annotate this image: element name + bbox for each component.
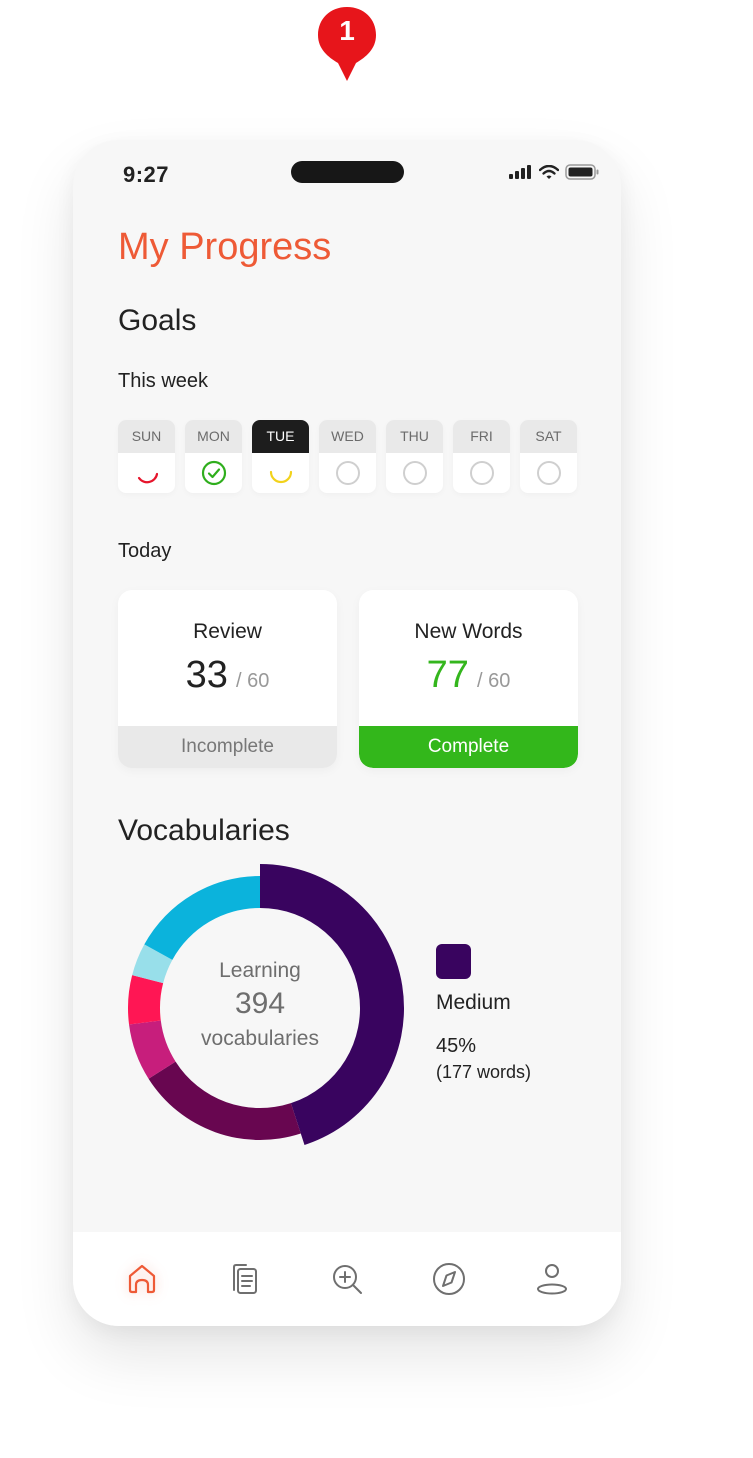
donut-center-count: 394 <box>234 987 286 1020</box>
card-target: / 60 <box>476 670 511 692</box>
partial-progress-icon <box>269 470 292 484</box>
day-wed[interactable]: WED <box>319 420 376 493</box>
wifi-icon <box>539 164 559 179</box>
legend-swatch <box>436 944 471 979</box>
today-heading: Today <box>118 540 172 562</box>
zoom-in-icon <box>332 1265 362 1294</box>
empty-circle-icon <box>402 461 427 485</box>
empty-circle-icon <box>469 461 494 485</box>
tab-home[interactable] <box>117 1254 167 1304</box>
bottom-tab-bar <box>73 1232 621 1326</box>
card-value: 33 / 60 <box>118 654 337 697</box>
card-count: 77 <box>426 654 469 696</box>
day-tue[interactable]: TUE <box>252 420 309 493</box>
tab-search[interactable] <box>322 1254 372 1304</box>
day-label: FRI <box>453 420 510 453</box>
vocabularies-heading: Vocabularies <box>118 814 290 847</box>
day-label: MON <box>185 420 242 453</box>
legend-words: (177 words) <box>436 1062 532 1082</box>
new-words-card[interactable]: New Words 77 / 60 Complete <box>359 590 578 768</box>
day-label: SUN <box>118 420 175 453</box>
legend-percent: 45% <box>436 1035 477 1057</box>
partial-progress-icon <box>137 472 158 484</box>
signal-icon <box>509 165 531 179</box>
day-sun[interactable]: SUN <box>118 420 175 493</box>
empty-circle-icon <box>335 461 360 485</box>
donut-center-line1: Learning <box>219 959 301 982</box>
status-icons <box>509 164 599 180</box>
chart-legend: Medium 45% (177 words) <box>436 944 531 1083</box>
card-count: 33 <box>185 654 228 696</box>
card-title: Review <box>193 620 262 643</box>
compass-icon <box>433 1263 466 1295</box>
user-icon <box>536 1264 567 1295</box>
status-badge: Incomplete <box>118 726 337 768</box>
dynamic-island <box>291 161 404 183</box>
goals-heading: Goals <box>118 304 197 337</box>
status-badge: Complete <box>359 726 578 768</box>
legend-name: Medium <box>436 991 511 1014</box>
today-cards: Review 33 / 60 Incomplete New Words 77 / 6… <box>118 590 578 768</box>
card-value: 77 / 60 <box>359 654 578 697</box>
card-target: / 60 <box>235 670 270 692</box>
card-title: New Words <box>414 620 523 643</box>
page-title: My Progress <box>118 226 332 268</box>
day-label: WED <box>319 420 376 453</box>
tab-cards[interactable] <box>220 1254 270 1304</box>
step-marker-label: 1 <box>339 15 355 46</box>
phone-screen: 9:27 My Progress Goals This week SUN MON <box>73 140 621 1326</box>
empty-circle-icon <box>536 461 561 485</box>
day-fri[interactable]: FRI <box>453 420 510 493</box>
step-marker: 1 <box>316 5 378 83</box>
day-label: SAT <box>520 420 577 453</box>
this-week-heading: This week <box>118 370 209 392</box>
donut-center-label: Learning 394 vocabularies <box>110 858 410 1158</box>
day-label: TUE <box>252 420 309 453</box>
home-icon <box>129 1264 156 1294</box>
tab-profile[interactable] <box>527 1254 577 1304</box>
status-time: 9:27 <box>123 162 170 187</box>
week-days: SUN MON TUE WED THU FRI SAT <box>118 420 577 493</box>
battery-icon <box>565 164 599 180</box>
review-card[interactable]: Review 33 / 60 Incomplete <box>118 590 337 768</box>
check-circle-icon <box>201 460 226 486</box>
donut-center-line3: vocabularies <box>201 1027 319 1050</box>
documents-icon <box>232 1264 257 1294</box>
day-thu[interactable]: THU <box>386 420 443 493</box>
tab-explore[interactable] <box>424 1254 474 1304</box>
day-label: THU <box>386 420 443 453</box>
day-mon[interactable]: MON <box>185 420 242 493</box>
day-sat[interactable]: SAT <box>520 420 577 493</box>
